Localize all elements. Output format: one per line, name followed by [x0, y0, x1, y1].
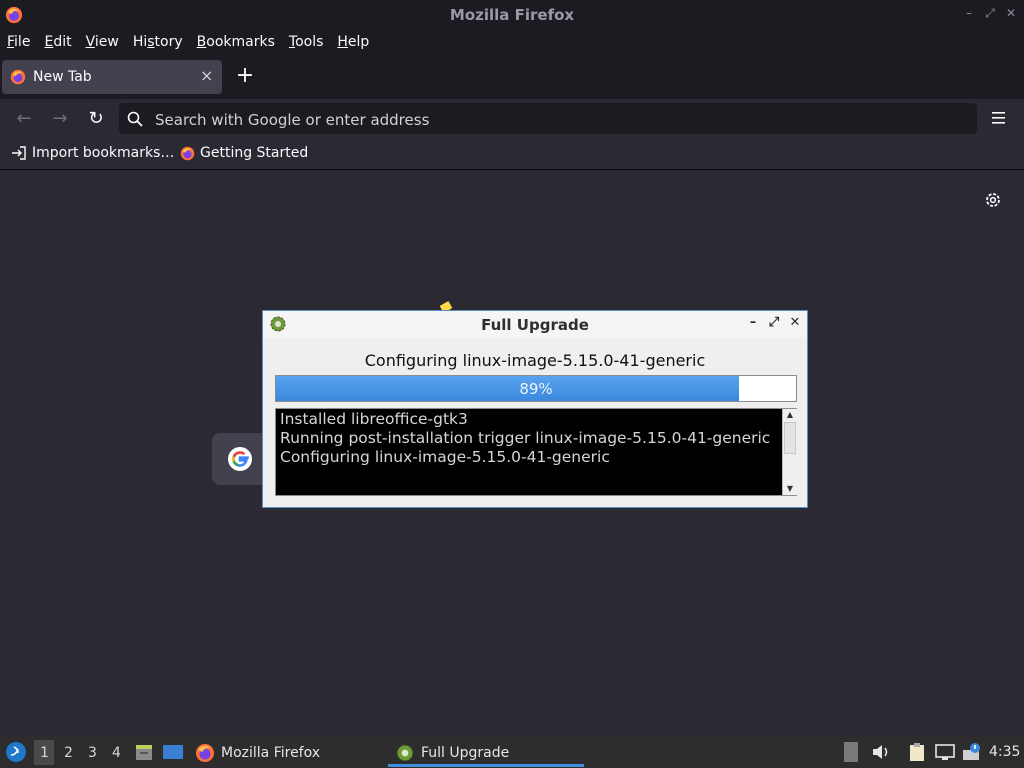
url-input[interactable] [153, 103, 957, 136]
log-line: Running post-installation trigger linux-… [280, 429, 771, 447]
gear-icon [396, 744, 414, 762]
scroll-thumb[interactable] [784, 422, 796, 454]
desktop-2[interactable]: 2 [64, 745, 73, 761]
dialog-title: Full Upgrade [481, 316, 589, 334]
full-upgrade-dialog: Full Upgrade – ⤢ ✕ Configuring linux-ima… [262, 310, 808, 508]
search-icon [127, 111, 143, 127]
file-manager-icon[interactable] [134, 742, 154, 762]
minimize-button[interactable]: – [962, 6, 976, 20]
menu-help[interactable]: Help [337, 34, 369, 50]
back-arrow-icon[interactable]: ← [13, 108, 35, 130]
log-line: Installed libreoffice-gtk3 [280, 410, 468, 428]
hamburger-menu-icon[interactable] [990, 110, 1008, 126]
tab-new-tab[interactable]: New Tab × [2, 60, 222, 94]
update-indicator-icon[interactable] [844, 742, 858, 762]
menu-view[interactable]: View [86, 34, 119, 50]
task-firefox[interactable]: Mozilla Firefox [195, 743, 320, 763]
bookmark-getting-started[interactable]: Getting Started [180, 145, 308, 161]
upgrade-log[interactable]: Installed libreoffice-gtk3 Running post-… [275, 408, 797, 496]
desktop-1[interactable]: 1 [40, 745, 49, 761]
menu-bookmarks[interactable]: Bookmarks [197, 34, 275, 50]
window-titlebar: Mozilla Firefox – ⤢ ✕ [0, 0, 1024, 29]
import-icon [12, 146, 26, 160]
google-icon [228, 447, 252, 471]
bookmark-label: Import bookmarks… [32, 145, 175, 161]
window-title: Mozilla Firefox [449, 6, 575, 24]
start-menu-icon[interactable] [5, 741, 27, 763]
volume-icon[interactable] [871, 743, 891, 761]
new-tab-button[interactable]: + [234, 62, 256, 90]
log-scrollbar[interactable]: ▲ ▼ [782, 409, 797, 495]
dialog-minimize-button[interactable]: – [745, 315, 761, 331]
bookmark-import[interactable]: Import bookmarks… [11, 145, 174, 161]
clock[interactable]: 4:35 [989, 744, 1020, 760]
dialog-maximize-button[interactable]: ⤢ [766, 315, 782, 331]
active-task-indicator [388, 764, 584, 767]
menu-edit[interactable]: Edit [44, 34, 71, 50]
task-label: Full Upgrade [421, 745, 510, 761]
bookmark-label: Getting Started [200, 145, 309, 161]
firefox-icon [10, 69, 26, 85]
close-button[interactable]: ✕ [1004, 6, 1018, 20]
scroll-down-arrow-icon[interactable]: ▼ [783, 483, 797, 495]
forward-arrow-icon[interactable]: → [49, 108, 71, 130]
progress-label: 89% [519, 380, 553, 398]
scroll-up-arrow-icon[interactable]: ▲ [783, 409, 797, 421]
notification-icon[interactable] [962, 742, 982, 762]
menu-file[interactable]: File [7, 34, 30, 50]
menu-history[interactable]: History [133, 34, 183, 50]
task-label: Mozilla Firefox [221, 745, 321, 761]
maximize-button[interactable]: ⤢ [983, 6, 997, 20]
upgrade-progress-bar: 89% [275, 375, 797, 402]
upgrade-status-text: Configuring linux-image-5.15.0-41-generi… [364, 351, 706, 370]
firefox-icon [180, 146, 195, 160]
show-desktop-icon[interactable] [162, 743, 184, 761]
task-full-upgrade[interactable]: Full Upgrade [395, 743, 509, 763]
dialog-titlebar: Full Upgrade – ⤢ ✕ [263, 311, 807, 337]
tab-title: New Tab [33, 69, 92, 85]
menu-tools[interactable]: Tools [289, 34, 324, 50]
desktop-3[interactable]: 3 [88, 745, 97, 761]
log-text: Installed libreoffice-gtk3 Running post-… [280, 410, 776, 467]
firefox-icon [196, 744, 214, 762]
gear-icon[interactable] [984, 191, 1002, 209]
tab-close-icon[interactable]: × [200, 66, 213, 85]
network-icon[interactable] [934, 742, 956, 762]
clipboard-icon[interactable] [908, 742, 926, 762]
log-line: Configuring linux-image-5.15.0-41-generi… [280, 448, 610, 466]
reload-icon[interactable]: ↻ [85, 108, 107, 130]
address-bar[interactable] [119, 103, 977, 136]
desktop-4[interactable]: 4 [112, 745, 121, 761]
menu-bar: File Edit View History Bookmarks Tools H… [0, 29, 1024, 55]
dialog-close-button[interactable]: ✕ [787, 315, 803, 331]
